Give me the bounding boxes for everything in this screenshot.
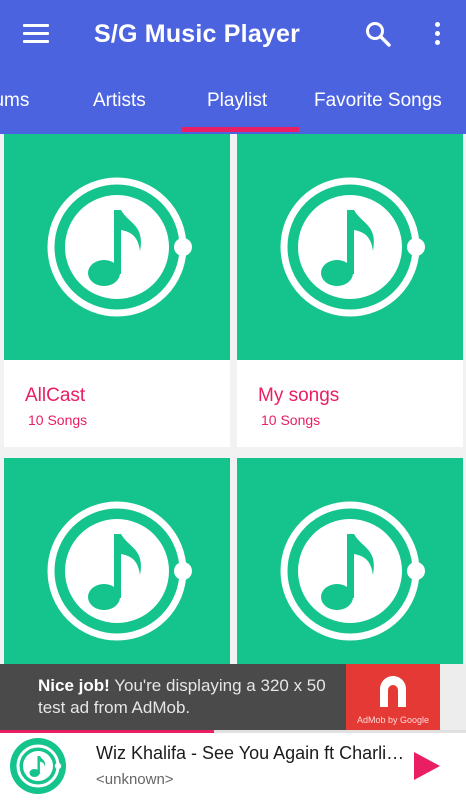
- ad-margin: [440, 664, 466, 730]
- playlist-song-count: 10 Songs: [261, 412, 321, 428]
- tab-favorite-songs[interactable]: Favorite Songs: [314, 90, 442, 112]
- tab-playlist[interactable]: Playlist: [207, 90, 267, 112]
- album-art-icon: [10, 738, 66, 794]
- playlist-artwork: [4, 134, 230, 360]
- search-icon[interactable]: [364, 20, 392, 48]
- ad-text: Nice job! You're displaying a 320 x 50 t…: [38, 675, 348, 719]
- playlist-name: My songs: [258, 385, 340, 406]
- hamburger-menu-icon[interactable]: [23, 24, 49, 44]
- music-note-icon: [47, 501, 192, 641]
- music-note-icon: [280, 177, 425, 317]
- playlist-card-allcast[interactable]: AllCast 10 Songs: [4, 134, 230, 447]
- tab-artists[interactable]: Artists: [93, 90, 146, 112]
- now-playing-bar[interactable]: Wiz Khalifa - See You Again ft Charlie P…: [0, 730, 466, 800]
- ad-headline: Nice job!: [38, 676, 110, 695]
- app-title: S/G Music Player: [94, 20, 301, 48]
- playlist-card[interactable]: [4, 458, 230, 684]
- admob-logo-icon: [380, 676, 406, 707]
- ad-badge-caption: AdMob by Google: [356, 715, 430, 725]
- more-vert-icon[interactable]: [426, 20, 448, 48]
- playlist-name: AllCast: [25, 385, 86, 406]
- now-playing-artist: <unknown>: [96, 771, 174, 788]
- selected-tab-indicator: [182, 127, 299, 132]
- play-icon[interactable]: [410, 750, 442, 782]
- playlist-artwork: [237, 458, 463, 684]
- playlist-artwork: [237, 134, 463, 360]
- toolbar: S/G Music Player: [0, 0, 466, 68]
- playback-progress-fill: [0, 730, 215, 733]
- music-note-icon: [47, 177, 192, 317]
- playlist-card[interactable]: [237, 458, 463, 684]
- playlist-card-my-songs[interactable]: My songs 10 Songs: [237, 134, 463, 447]
- admob-badge[interactable]: AdMob by Google: [346, 664, 440, 730]
- now-playing-title: Wiz Khalifa - See You Again ft Charlie P…: [96, 743, 412, 763]
- playlist-artwork: [4, 458, 230, 684]
- playlist-song-count: 10 Songs: [28, 412, 88, 428]
- playback-progress[interactable]: [0, 730, 466, 733]
- music-note-icon: [280, 501, 425, 641]
- ad-banner[interactable]: Nice job! You're displaying a 320 x 50 t…: [0, 664, 440, 730]
- app-bar: S/G Music Player Albums Artists Playlist…: [0, 0, 466, 134]
- tab-albums[interactable]: Albums: [0, 90, 29, 112]
- tab-bar: Albums Artists Playlist Favorite Songs: [0, 68, 466, 134]
